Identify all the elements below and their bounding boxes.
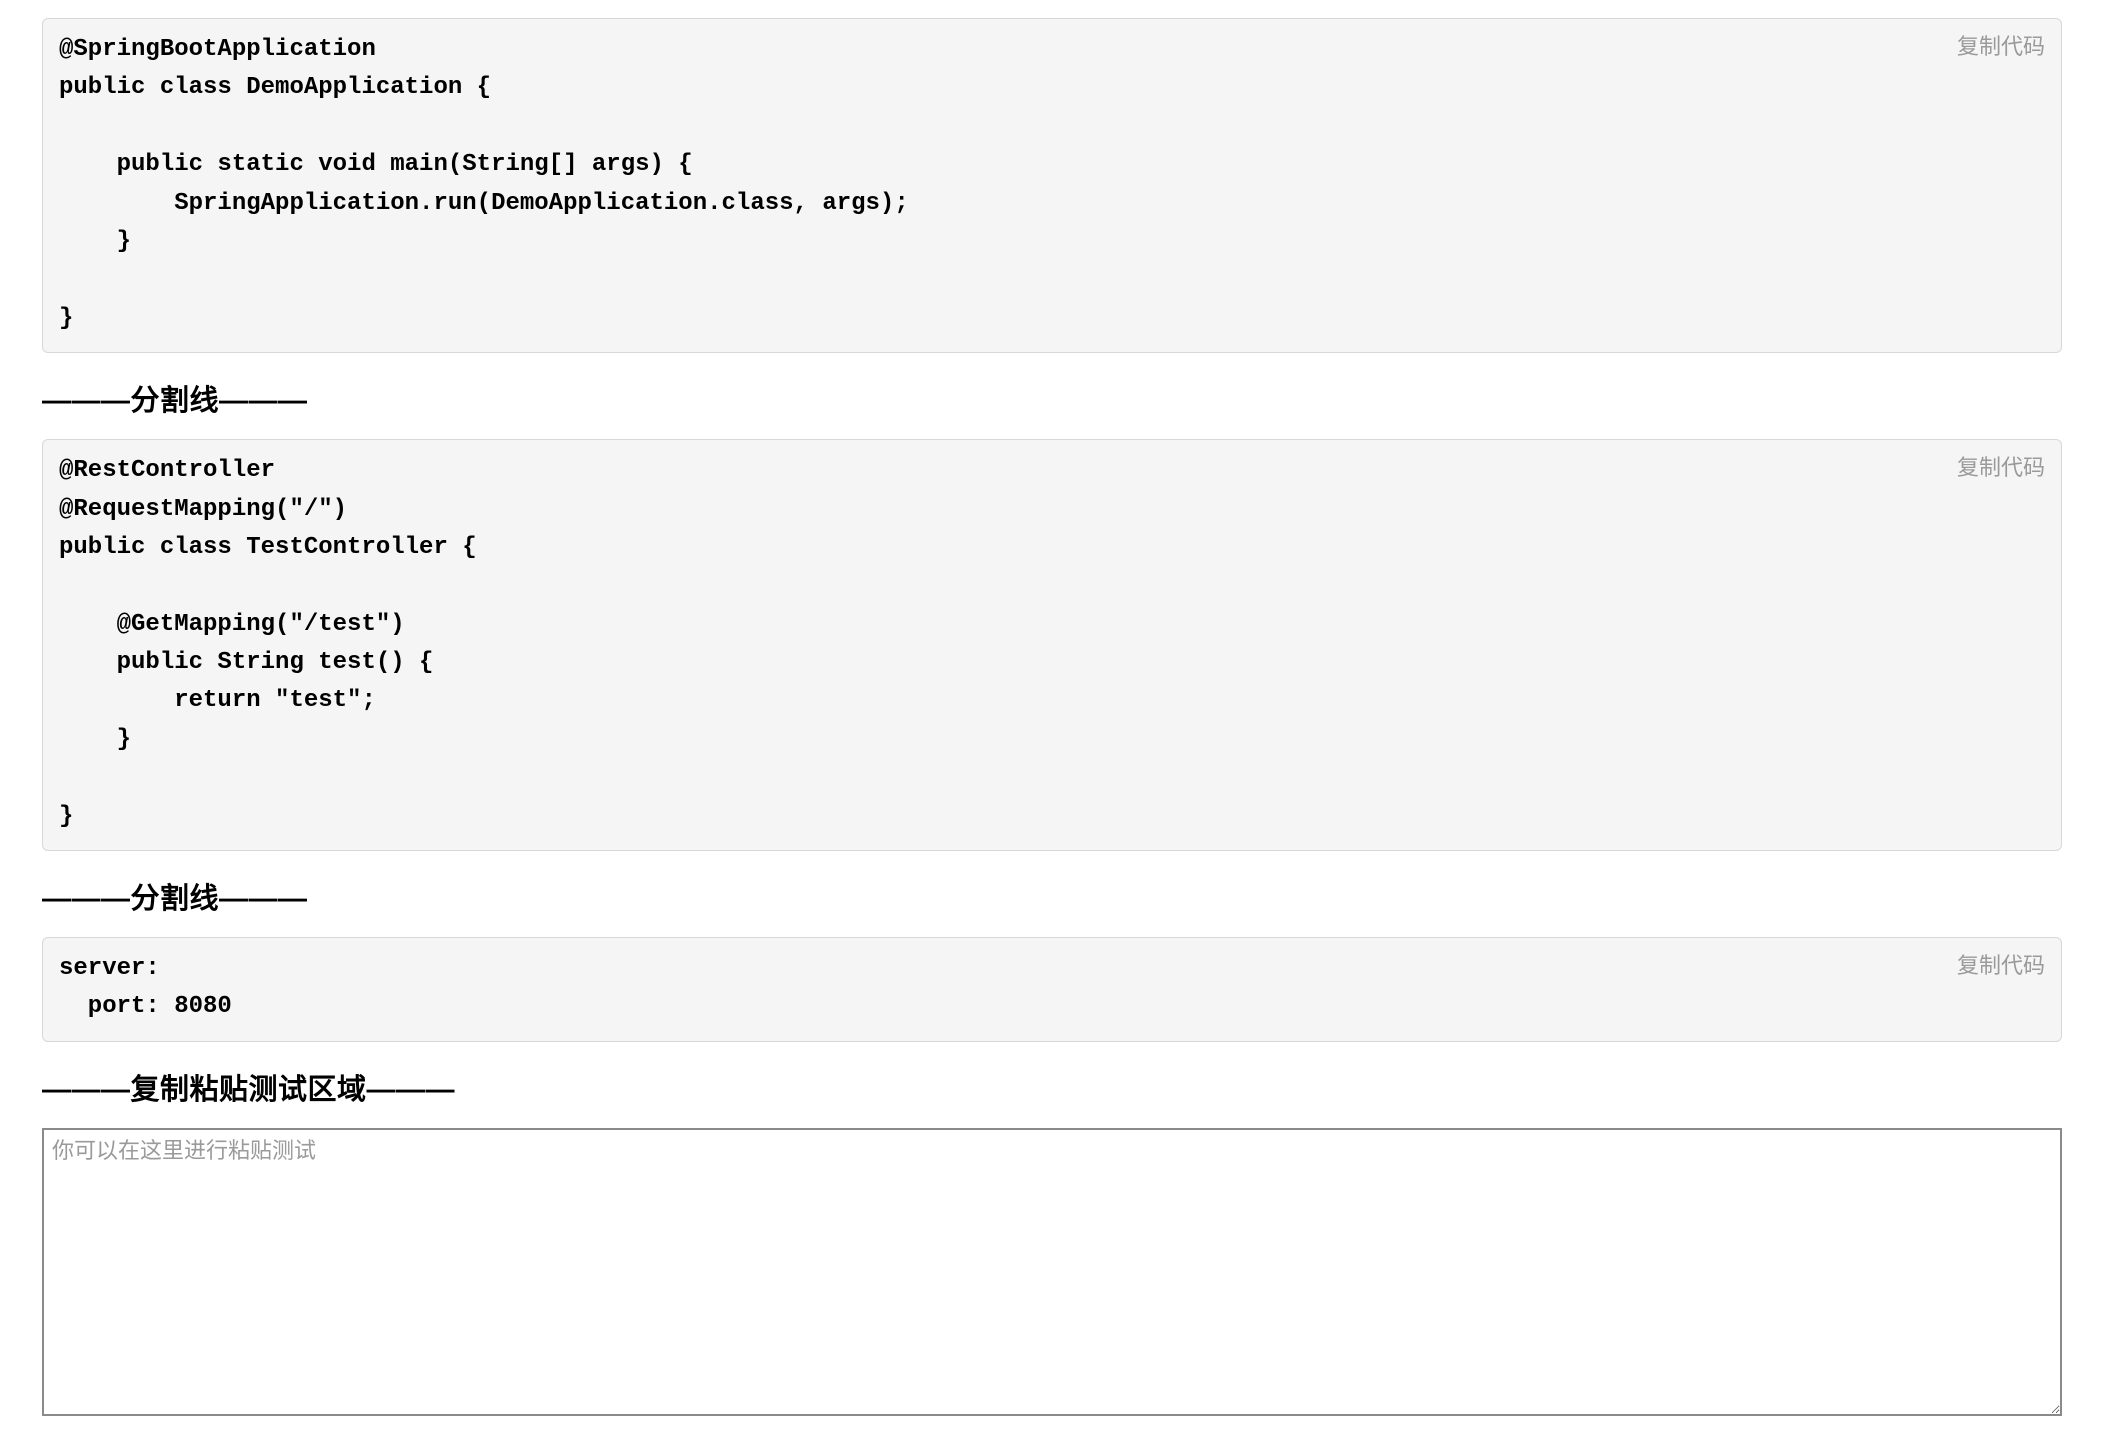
code-block-2: 复制代码 @RestController @RequestMapping("/"… xyxy=(42,439,2062,851)
copy-code-button[interactable]: 复制代码 xyxy=(1957,948,2045,980)
code-content: server: port: 8080 xyxy=(59,950,2045,1027)
divider-heading: ———分割线——— xyxy=(42,377,2062,419)
copy-code-button[interactable]: 复制代码 xyxy=(1957,450,2045,482)
code-block-1: 复制代码 @SpringBootApplication public class… xyxy=(42,18,2062,353)
code-content: @SpringBootApplication public class Demo… xyxy=(59,31,2045,338)
code-content: @RestController @RequestMapping("/") pub… xyxy=(59,452,2045,836)
code-block-3: 复制代码 server: port: 8080 xyxy=(42,937,2062,1042)
copy-code-button[interactable]: 复制代码 xyxy=(1957,29,2045,61)
paste-test-textarea[interactable] xyxy=(42,1128,2062,1416)
test-area-heading: ———复制粘贴测试区域——— xyxy=(42,1066,2062,1108)
divider-heading: ———分割线——— xyxy=(42,875,2062,917)
